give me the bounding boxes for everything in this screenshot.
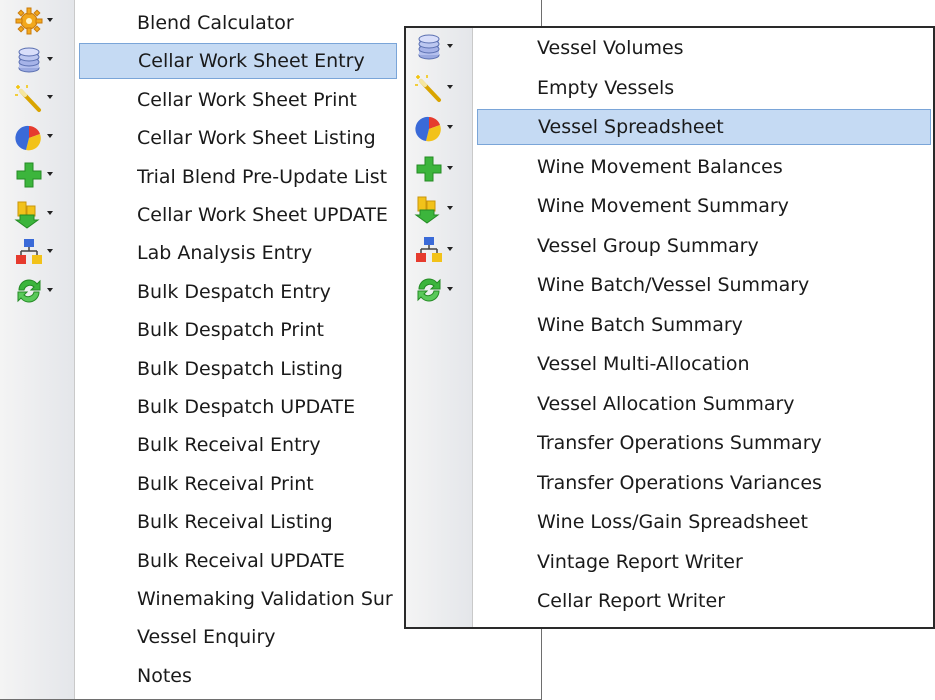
submenu-toolbar-add-button[interactable] (414, 151, 468, 187)
submenu-menu-item[interactable]: Transfer Operations Variances (537, 465, 933, 501)
database-icon (414, 32, 444, 62)
chevron-down-icon (447, 84, 453, 89)
chevron-down-icon (447, 287, 453, 291)
submenu-toolbar-refresh-button[interactable] (414, 272, 468, 308)
main-toolbar-database-button[interactable] (14, 42, 68, 78)
submenu-menu-item[interactable]: Wine Loss/Gain Spreadsheet (537, 504, 933, 540)
database-icon (14, 45, 44, 75)
submenu-menu-item[interactable]: Wine Batch Summary (537, 307, 933, 343)
submenu-toolbar-transfer-button[interactable] (414, 191, 468, 227)
magic-wand-icon (14, 83, 44, 113)
transfer-icon (14, 199, 44, 229)
main-menu-item[interactable]: Notes (137, 658, 535, 694)
refresh-icon (14, 276, 44, 306)
submenu-menu-item[interactable]: Vessel Group Summary (537, 228, 933, 264)
submenu-menu-item[interactable]: Cellar Report Writer (537, 583, 933, 619)
main-menu-item[interactable]: Cellar Work Sheet Entry (79, 43, 397, 80)
add-icon (14, 160, 44, 190)
main-toolbar-hierarchy-button[interactable] (14, 234, 68, 270)
chevron-down-icon (47, 172, 53, 176)
submenu-toolbar-database-button[interactable] (414, 29, 468, 65)
gear-icon (14, 6, 44, 36)
chevron-down-icon (447, 206, 453, 210)
transfer-icon (414, 194, 444, 224)
hierarchy-icon (414, 235, 444, 265)
submenu-menu-item[interactable]: Empty Vessels (537, 70, 933, 106)
submenu-menu-item[interactable]: Wine Movement Summary (537, 188, 933, 224)
add-icon (414, 154, 444, 184)
chevron-down-icon (47, 249, 53, 253)
submenu-menu-item[interactable]: Vessel Spreadsheet (477, 109, 931, 145)
hierarchy-icon (14, 237, 44, 267)
chevron-down-icon (47, 56, 53, 61)
submenu-menu-item[interactable]: Wine Movement Balances (537, 149, 933, 185)
magic-wand-icon (414, 73, 444, 103)
main-toolbar-gear-button[interactable] (14, 3, 68, 39)
refresh-icon (414, 275, 444, 305)
chevron-down-icon (47, 18, 53, 22)
main-toolbar-pie-chart-button[interactable] (14, 119, 68, 155)
chevron-down-icon (47, 133, 53, 138)
submenu-toolbar-magic-wand-button[interactable] (414, 70, 468, 106)
submenu-menu-item[interactable]: Vessel Volumes (537, 30, 933, 66)
chevron-down-icon (47, 287, 53, 292)
submenu-menu-item[interactable]: Vessel Allocation Summary (537, 386, 933, 422)
submenu-menu-item[interactable]: Wine Batch/Vessel Summary (537, 267, 933, 303)
chevron-down-icon (447, 44, 453, 48)
submenu-toolbar-hierarchy-button[interactable] (414, 232, 468, 268)
chevron-down-icon (47, 210, 53, 215)
main-toolbar-magic-wand-button[interactable] (14, 80, 68, 116)
main-toolbar-add-button[interactable] (14, 157, 68, 193)
submenu-menu-item[interactable]: Vessel Multi-Allocation (537, 346, 933, 382)
main-toolbar-transfer-button[interactable] (14, 196, 68, 232)
pie-chart-icon (14, 122, 44, 152)
chevron-down-icon (447, 165, 453, 170)
chevron-down-icon (447, 125, 453, 129)
submenu-menu-item[interactable]: Transfer Operations Summary (537, 425, 933, 461)
reports-submenu: Vessel Volumes Empty Vessels Vessel Spread… (404, 26, 935, 629)
chevron-down-icon (47, 95, 53, 99)
chevron-down-icon (447, 246, 453, 251)
main-toolbar-refresh-button[interactable] (14, 273, 68, 309)
submenu-menu-item[interactable]: Vintage Report Writer (537, 544, 933, 580)
pie-chart-icon (414, 113, 444, 143)
submenu-toolbar-pie-chart-button[interactable] (414, 110, 468, 146)
